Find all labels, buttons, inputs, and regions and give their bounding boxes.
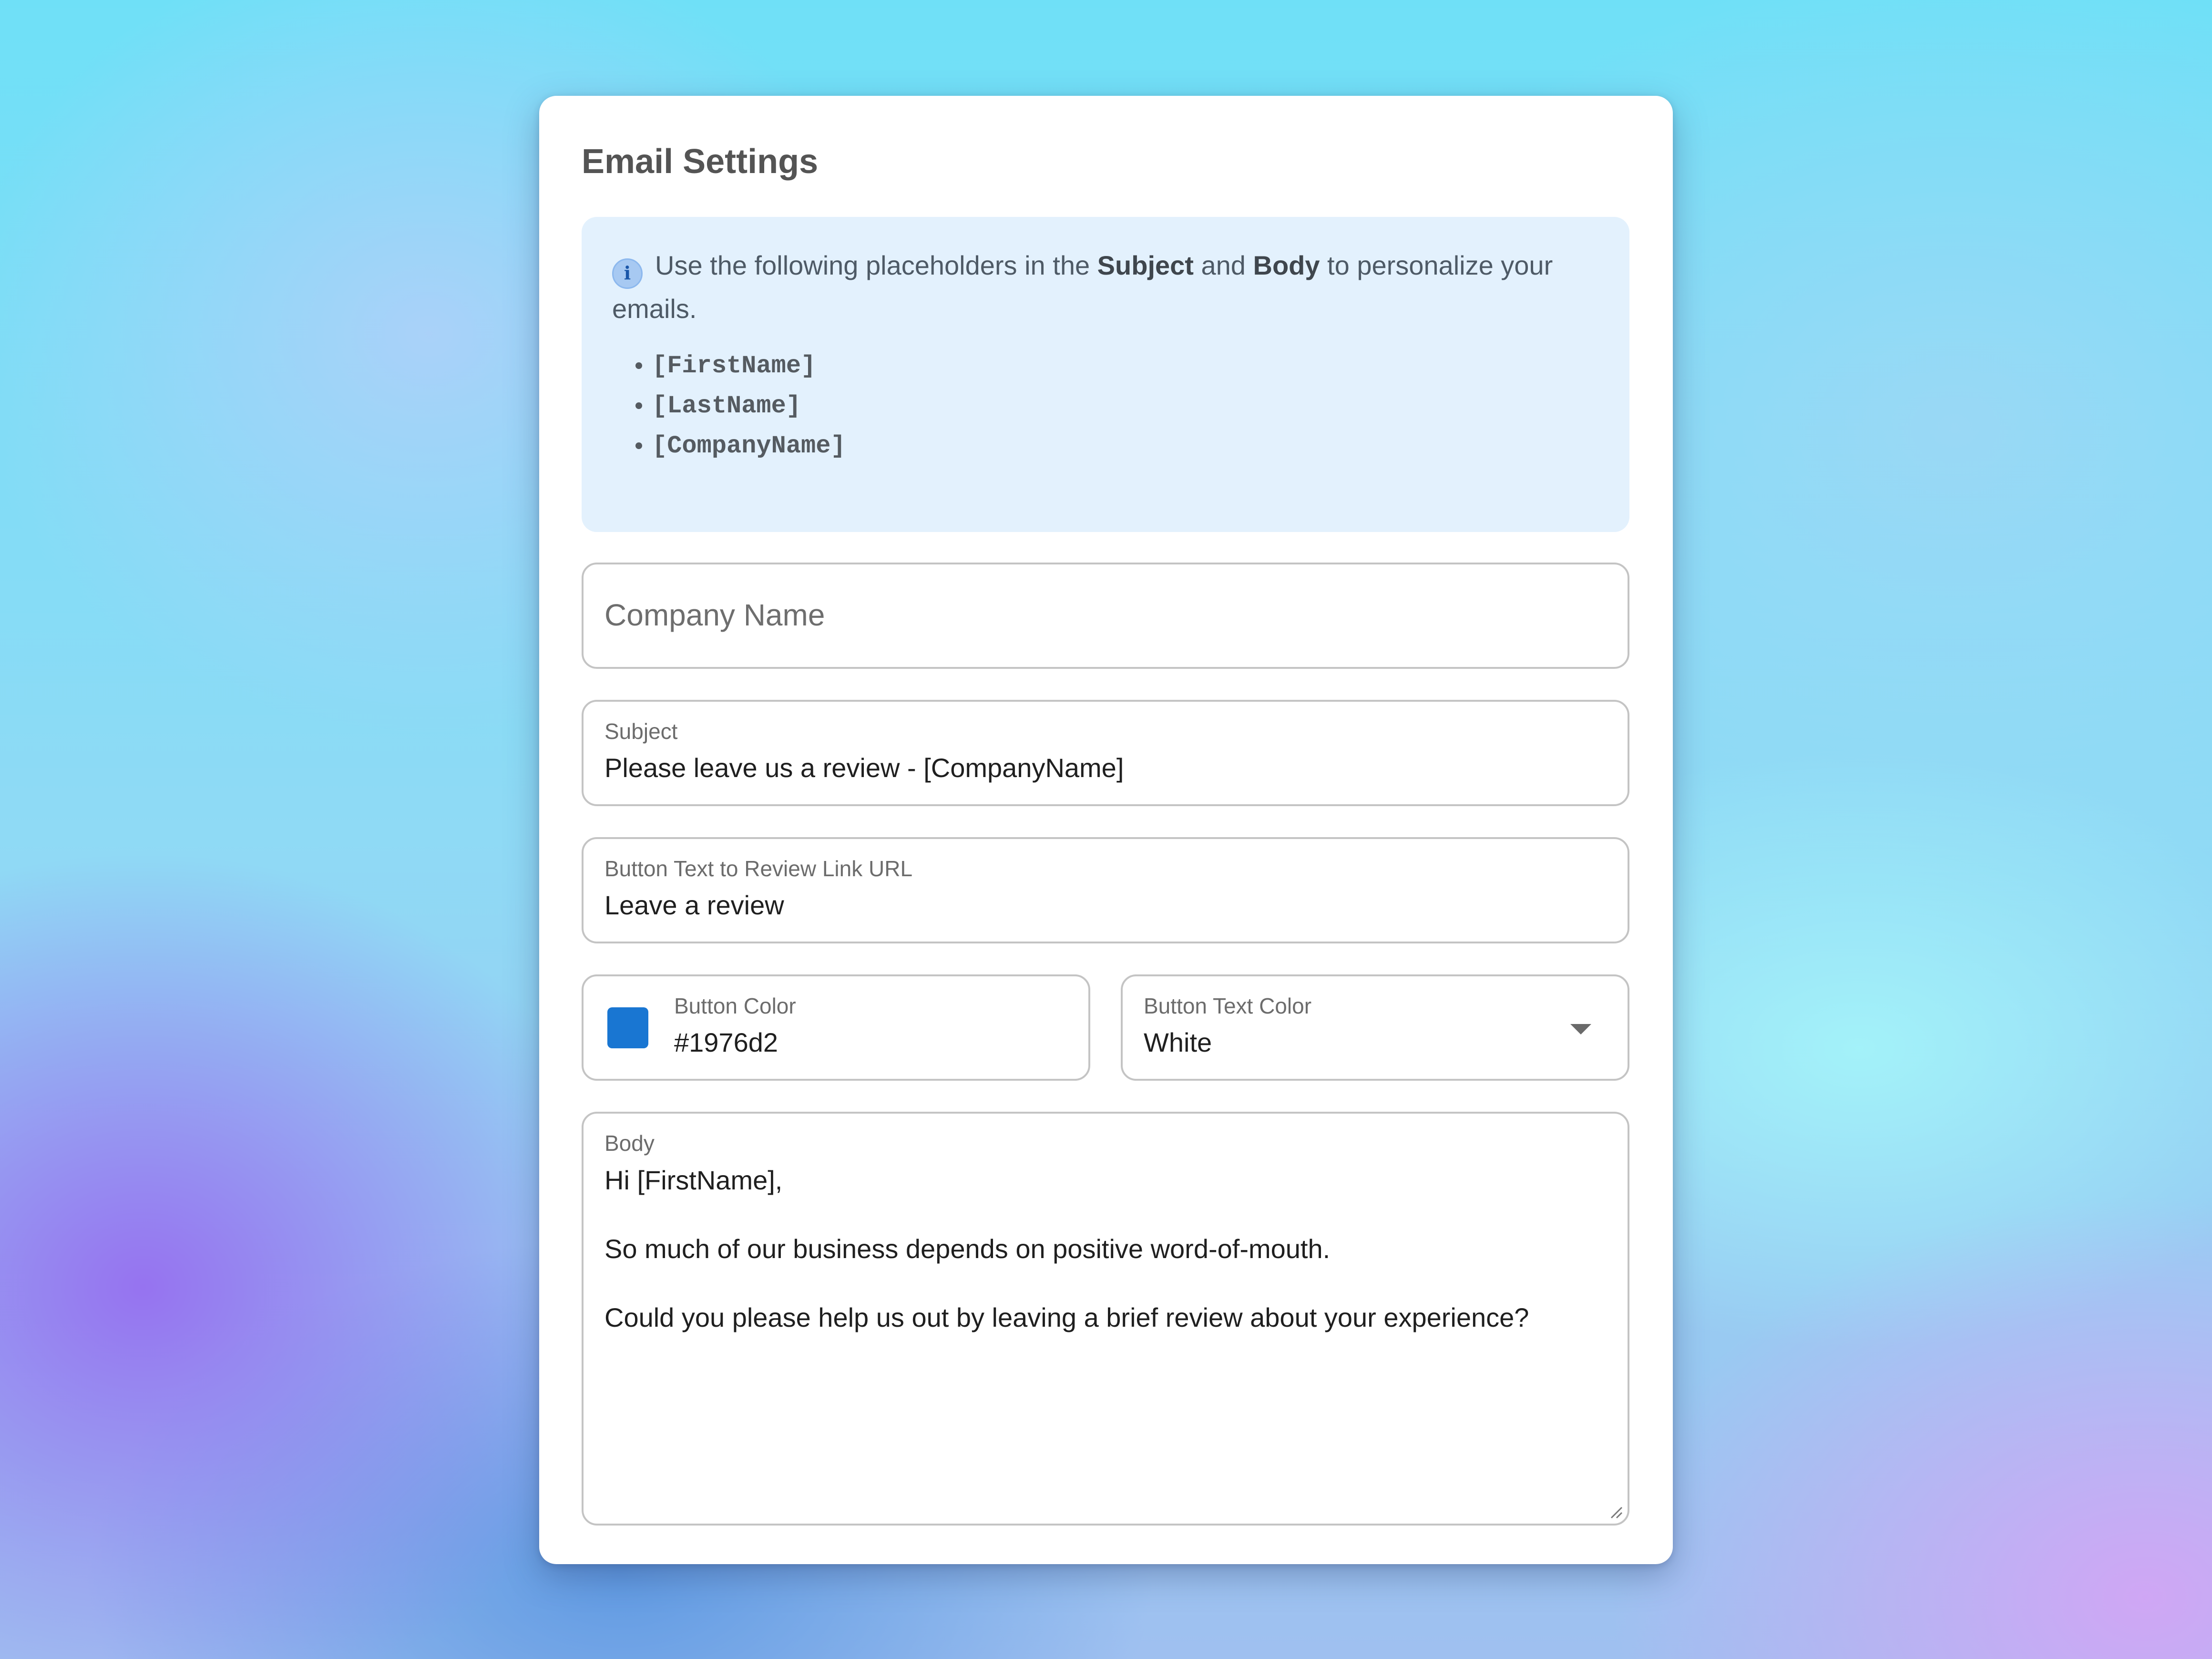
chevron-down-icon[interactable] [1570,1024,1591,1034]
button-text-field[interactable]: Button Text to Review Link URL Leave a r… [582,837,1629,943]
button-text-value[interactable]: Leave a review [604,889,784,922]
info-text-and: and [1193,250,1253,280]
body-field[interactable]: Body Hi [FirstName], So much of our busi… [582,1112,1629,1526]
company-name-field[interactable]: Company Name [582,563,1629,669]
subject-field[interactable]: Subject Please leave us a review - [Comp… [582,700,1629,806]
card-title: Email Settings [582,143,819,181]
placeholder-item: [CompanyName] [652,426,1599,466]
body-textarea[interactable]: Hi [FirstName], So much of our business … [604,1163,1587,1335]
email-settings-card: Email Settings i Use the following placeh… [539,96,1673,1564]
color-swatch[interactable] [607,1007,648,1048]
button-text-color-label: Button Text Color [1144,993,1312,1018]
placeholder-item: [FirstName] [652,346,1599,386]
info-icon: i [612,258,643,289]
info-text: i Use the following placeholders in the S… [612,246,1599,329]
info-text-start: Use the following placeholders in the [655,250,1097,280]
placeholder-info-box: i Use the following placeholders in the S… [582,217,1629,532]
button-color-value[interactable]: #1976d2 [674,1026,778,1059]
info-bold-subject: Subject [1097,250,1194,280]
resize-handle-icon[interactable] [1608,1505,1623,1519]
body-label: Body [604,1131,655,1156]
button-text-color-value: White [1144,1027,1212,1057]
placeholder-list: [FirstName] [LastName] [CompanyName] [612,346,1599,466]
button-color-label: Button Color [674,993,796,1018]
subject-label: Subject [604,719,678,744]
button-text-label: Button Text to Review Link URL [604,856,913,881]
placeholder-item: [LastName] [652,386,1599,426]
info-bold-body: Body [1253,250,1320,280]
button-color-field[interactable]: Button Color #1976d2 [582,974,1090,1081]
subject-value[interactable]: Please leave us a review - [CompanyName] [604,751,1124,785]
button-text-color-select[interactable]: Button Text Color White [1121,974,1629,1081]
company-name-placeholder: Company Name [604,598,825,632]
